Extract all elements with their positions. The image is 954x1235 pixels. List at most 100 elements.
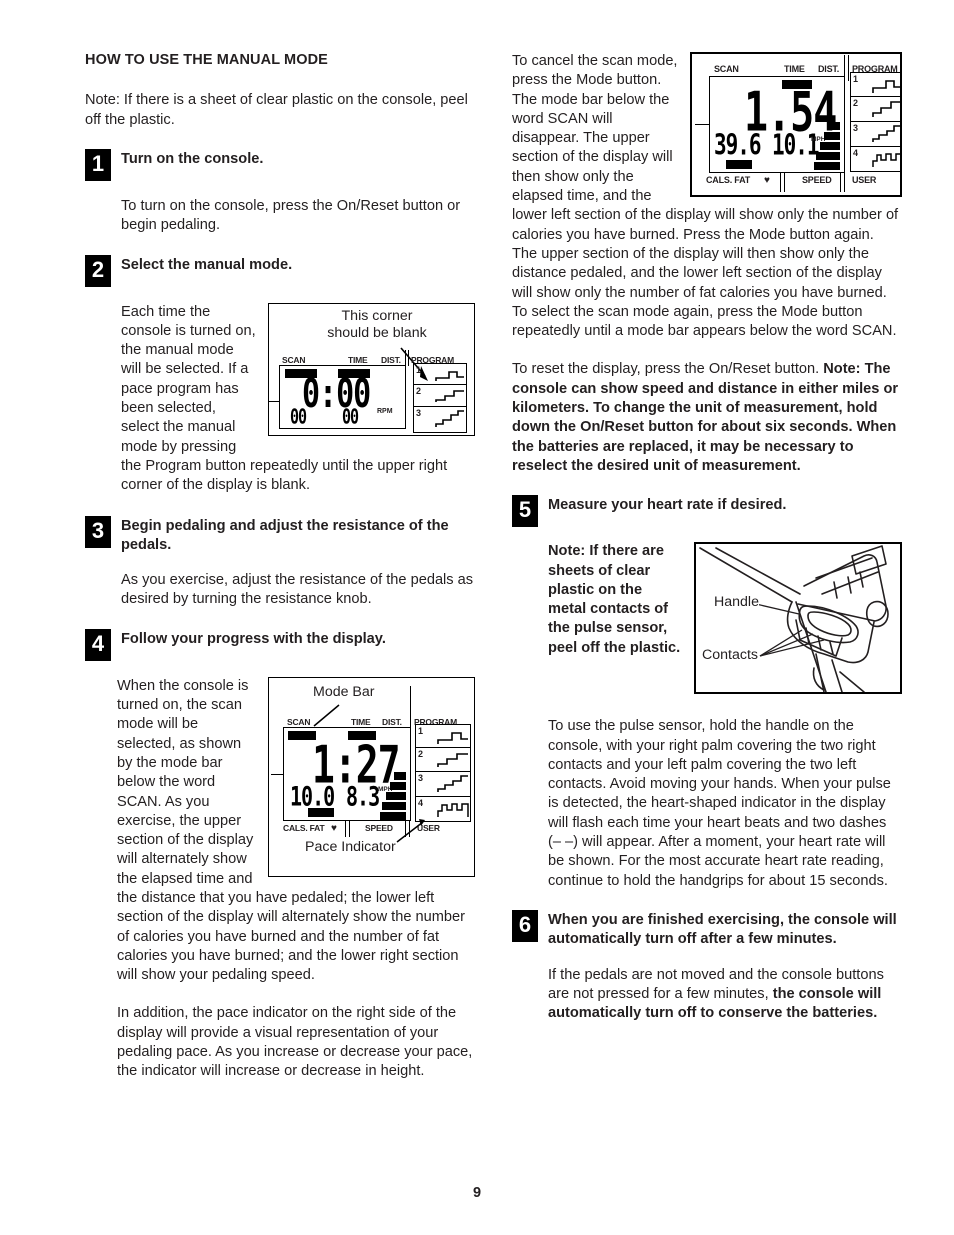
label-divider (349, 820, 350, 837)
profile-shape-icon (437, 802, 469, 817)
console-side-nub (695, 124, 710, 125)
lcd-lower-right-value: 8.3 (346, 779, 380, 812)
pace-bar (386, 791, 406, 800)
pace-bar (824, 132, 840, 140)
callout-pace-indicator: Pace Indicator (305, 838, 396, 855)
label-dist: DIST. (381, 354, 401, 365)
label-divider (408, 349, 409, 366)
step-heading: Turn on the console. (121, 150, 264, 167)
lcd-lower-left-value: 39.6 (714, 128, 762, 162)
program-profile-3: 3 (850, 122, 902, 147)
step-heading: Begin pedaling and adjust the resistance… (121, 517, 449, 553)
label-time: TIME (784, 64, 805, 74)
step-1: 1 Turn on the console. (85, 148, 475, 183)
step-number-badge: 3 (85, 515, 111, 548)
heart-icon: ♥ (764, 175, 770, 186)
label-cals-fat: CALS. FAT (706, 175, 751, 185)
step-number-badge: 4 (85, 628, 111, 661)
program-profile-list: 1 2 3 (850, 72, 902, 172)
lcd-screen: 0:00 00 00 RPM (279, 364, 406, 429)
pace-bar (382, 801, 406, 810)
reset-paragraph: To reset the display, press the On/Reset… (512, 360, 902, 476)
step-6: 6 When you are finished exercising, the … (512, 909, 902, 950)
program-profile-3: 3 (413, 406, 467, 433)
heart-icon: ♥ (331, 822, 337, 834)
label-dist: DIST. (382, 716, 402, 727)
pace-bar (828, 122, 840, 130)
label-divider (848, 55, 849, 81)
profile-shape-icon (435, 370, 464, 381)
handle-illustration-icon (699, 545, 889, 693)
pace-bar (394, 771, 406, 780)
figure-console-distance-mode: SCAN TIME DIST. PROGRAM 1.54 39.6 10.1 M… (690, 52, 902, 197)
scan-mode-block: SCAN TIME DIST. PROGRAM 1.54 39.6 10.1 M… (512, 52, 902, 341)
callout-this-corner-blank: This corner should be blank (327, 307, 427, 341)
profile-shape-icon (437, 731, 468, 744)
lcd-lower-left-value: 00 (290, 404, 307, 429)
label-speed: SPEED (365, 822, 393, 833)
label-handle: Handle (714, 594, 759, 611)
figure-console-scan-mode: Mode Bar SCAN TIME DIST. PROGRAM 1:27 10… (268, 676, 475, 877)
console-side-nub (269, 400, 280, 402)
step-number-badge: 5 (512, 495, 538, 528)
label-cals-fat: CALS. FAT (283, 822, 325, 833)
program-profile-2: 2 (850, 97, 902, 122)
step-number-badge: 6 (512, 909, 538, 942)
lcd-lower-right-value: 00 (342, 404, 359, 429)
step-heading: Follow your progress with the display. (121, 630, 386, 647)
lcd-bottom-labels: CALS. FAT ♥ SPEED USER (269, 822, 475, 835)
profile-shape-icon (872, 125, 901, 142)
lcd-lower-left-value: 10.0 (290, 779, 335, 812)
console-side-nub (271, 773, 284, 775)
step-5-content: Handle Contacts Note: If there are sheet… (548, 542, 902, 698)
left-column: HOW TO USE THE MANUAL MODE Note: If ther… (85, 52, 475, 1101)
profile-shape-icon (437, 752, 468, 767)
program-profile-2: 2 (415, 747, 471, 772)
pace-bar (820, 142, 840, 150)
program-profile-3: 3 (415, 771, 471, 797)
label-divider (780, 172, 781, 192)
lcd-bottom-labels: CALS. FAT ♥ SPEED USER (692, 174, 902, 187)
label-divider (784, 172, 785, 192)
program-profile-1: 1 (850, 72, 902, 97)
label-dist: DIST. (818, 64, 840, 74)
callout-mode-bar: Mode Bar (313, 683, 375, 700)
label-user: USER (852, 175, 877, 185)
profile-shape-icon (872, 101, 901, 117)
right-column: SCAN TIME DIST. PROGRAM 1.54 39.6 10.1 M… (512, 52, 902, 1042)
reset-text: To reset the display, press the On/Reset… (512, 361, 824, 378)
label-scan: SCAN (282, 354, 306, 365)
step-number-badge: 2 (85, 254, 111, 287)
step-6-body: If the pedals are not moved and the cons… (548, 966, 902, 1024)
step-2: 2 Select the manual mode. (85, 254, 475, 289)
profile-shape-icon (435, 389, 464, 402)
profile-shape-icon (872, 80, 901, 93)
mode-bar-cals-fat (726, 160, 752, 169)
program-profile-list: 1 2 3 (413, 362, 467, 433)
figure-console-blank-corner: This corner should be blank SCAN TIME DI… (268, 302, 475, 436)
label-contacts: Contacts (702, 647, 758, 664)
label-speed: SPEED (802, 175, 832, 185)
step-heading: Measure your heart rate if desired. (548, 497, 787, 514)
step-heading: When you are finished exercising, the co… (548, 911, 897, 948)
step-number-badge: 1 (85, 148, 111, 181)
program-profile-4: 4 (850, 147, 902, 172)
profile-shape-icon (872, 153, 902, 167)
reset-note-bold: Note: The console can show speed and dis… (512, 361, 899, 474)
profile-shape-icon (435, 409, 464, 427)
step-3-body: As you exercise, adjust the resistance o… (121, 572, 474, 608)
label-divider (840, 172, 841, 192)
intro-note: Note: If there is a sheet of clear plast… (85, 92, 468, 128)
program-profile-4: 4 (415, 796, 471, 822)
label-scan: SCAN (714, 64, 739, 74)
step-1-body: To turn on the console, press the On/Res… (121, 197, 461, 234)
step-4-body-extra: In addition, the pace indicator on the r… (117, 1005, 473, 1080)
label-divider (345, 820, 346, 837)
step-4: 4 Follow your progress with the display. (85, 628, 475, 663)
program-profile-2: 2 (413, 384, 467, 407)
program-profile-1: 1 (413, 362, 467, 385)
pace-bar (816, 152, 840, 160)
label-divider (844, 172, 845, 192)
step-heading: Select the manual mode. (121, 256, 293, 273)
label-time: TIME (351, 716, 371, 727)
